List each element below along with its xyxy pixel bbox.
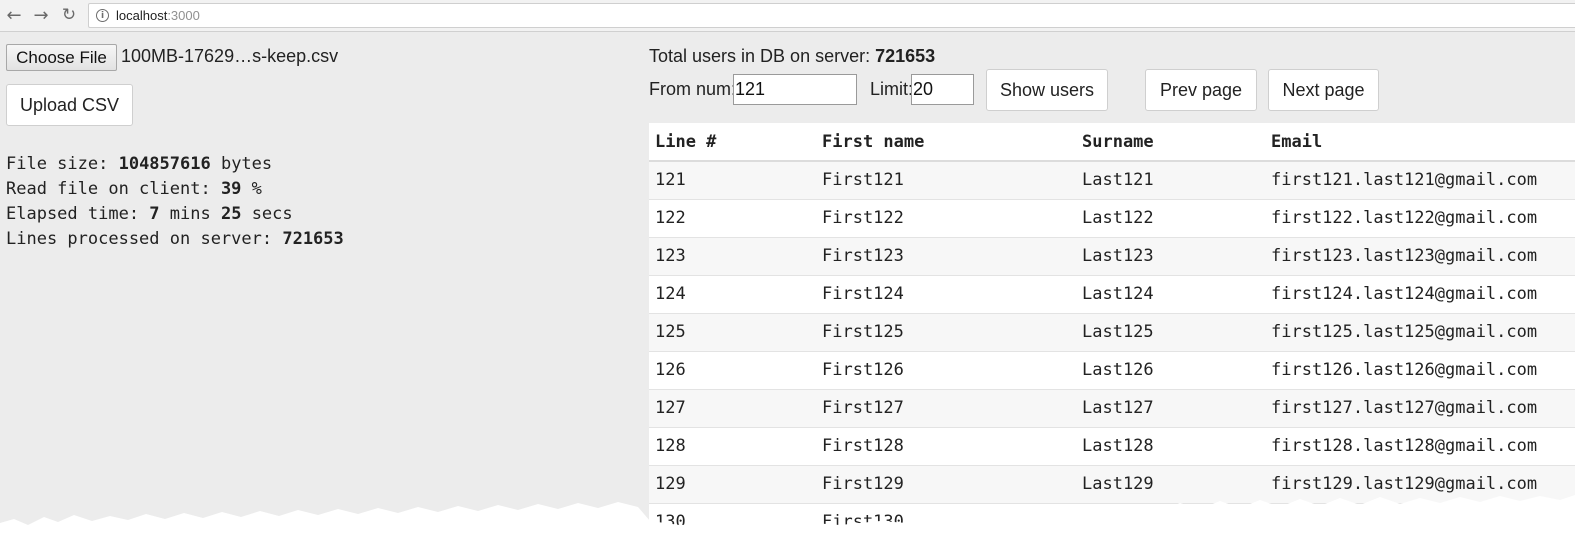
url-text: localhost:3000 bbox=[116, 8, 200, 23]
table-row: 121 First121 Last121 first121.last121@gmail… bbox=[649, 161, 1575, 200]
cell-email: first127.last127@gmail.com bbox=[1265, 389, 1575, 428]
cell-surname: Last121 bbox=[1076, 161, 1265, 200]
cell-surname: Last130 bbox=[1076, 503, 1265, 542]
cell-line-number: 121 bbox=[649, 161, 816, 200]
cell-surname: Last127 bbox=[1076, 389, 1265, 428]
table-row: 128 First128 Last128 first128.last128@gmail… bbox=[649, 427, 1575, 466]
upload-csv-button[interactable]: Upload CSV bbox=[6, 84, 133, 126]
cell-surname: Last126 bbox=[1076, 351, 1265, 390]
read-progress-line: Read file on client: 39 % bbox=[6, 177, 344, 202]
cell-surname: Last123 bbox=[1076, 237, 1265, 276]
selected-file-name: 100MB-17629…s-keep.csv bbox=[121, 46, 339, 66]
show-users-button[interactable]: Show users bbox=[986, 69, 1108, 111]
lines-value: 721653 bbox=[282, 229, 344, 249]
table-row: 130 First130 Last130 first130.last130@gmail… bbox=[649, 503, 1575, 542]
table-row: 126 First126 Last126 first126.last126@gmail… bbox=[649, 351, 1575, 390]
cell-first-name: First128 bbox=[816, 427, 1076, 466]
file-size-label: File size: bbox=[6, 154, 119, 174]
cell-line-number: 123 bbox=[649, 237, 816, 276]
cell-first-name: First122 bbox=[816, 199, 1076, 238]
cell-surname: Last129 bbox=[1076, 465, 1265, 504]
cell-line-number: 129 bbox=[649, 465, 816, 504]
read-unit: % bbox=[241, 179, 262, 199]
cell-surname: Last125 bbox=[1076, 313, 1265, 352]
elapsed-secs-unit: secs bbox=[241, 204, 293, 224]
elapsed-mins: 7 bbox=[149, 204, 160, 224]
cell-first-name: First124 bbox=[816, 275, 1076, 314]
cell-email: first122.last122@gmail.com bbox=[1265, 199, 1575, 238]
cell-first-name: First121 bbox=[816, 161, 1076, 200]
browser-toolbar: ← → ↻ i localhost:3000 bbox=[0, 0, 1575, 32]
cell-first-name: First129 bbox=[816, 465, 1076, 504]
info-icon[interactable]: i bbox=[96, 9, 109, 22]
column-header-surname: Surname bbox=[1076, 123, 1265, 162]
prev-page-button[interactable]: Prev page bbox=[1145, 69, 1257, 111]
cell-first-name: First123 bbox=[816, 237, 1076, 276]
elapsed-secs: 25 bbox=[220, 204, 242, 224]
next-page-button[interactable]: Next page bbox=[1268, 69, 1379, 111]
cell-email: first129.last129@gmail.com bbox=[1265, 465, 1575, 504]
cell-email: first124.last124@gmail.com bbox=[1265, 275, 1575, 314]
elapsed-mins-unit: mins bbox=[159, 204, 221, 224]
limit-input[interactable] bbox=[911, 74, 974, 105]
cell-email: first130.last130@gmail.com bbox=[1265, 503, 1575, 542]
file-size-unit: bytes bbox=[210, 154, 273, 174]
cell-email: first123.last123@gmail.com bbox=[1265, 237, 1575, 276]
file-size-value: 104857616 bbox=[118, 154, 211, 174]
cell-surname: Last128 bbox=[1076, 427, 1265, 466]
cell-line-number: 125 bbox=[649, 313, 816, 352]
from-num-label: From num: bbox=[649, 79, 737, 99]
cell-line-number: 128 bbox=[649, 427, 816, 466]
elapsed-label: Elapsed time: bbox=[6, 204, 150, 224]
arrow-right-icon[interactable]: → bbox=[30, 4, 52, 26]
cell-first-name: First127 bbox=[816, 389, 1076, 428]
lines-processed-line: Lines processed on server: 721653 bbox=[6, 227, 344, 252]
cell-surname: Last124 bbox=[1076, 275, 1265, 314]
elapsed-time-line: Elapsed time: 7 mins 25 secs bbox=[6, 202, 344, 227]
cell-email: first125.last125@gmail.com bbox=[1265, 313, 1575, 352]
table-row: 129 First129 Last129 first129.last129@gmail… bbox=[649, 465, 1575, 504]
table-row: 123 First123 Last123 first123.last123@gmail… bbox=[649, 237, 1575, 276]
table-row: 127 First127 Last127 first127.last127@gmail… bbox=[649, 389, 1575, 428]
limit-label: Limit: bbox=[870, 79, 914, 99]
read-label: Read file on client: bbox=[6, 179, 221, 199]
cell-email: first121.last121@gmail.com bbox=[1265, 161, 1575, 200]
cell-email: first128.last128@gmail.com bbox=[1265, 427, 1575, 466]
cell-surname: Last122 bbox=[1076, 199, 1265, 238]
url-host: localhost bbox=[116, 8, 168, 23]
cell-email: first126.last126@gmail.com bbox=[1265, 351, 1575, 390]
arrow-left-icon[interactable]: ← bbox=[3, 4, 25, 26]
cell-line-number: 122 bbox=[649, 199, 816, 238]
cell-line-number: 124 bbox=[649, 275, 816, 314]
column-header-line-number: Line # bbox=[649, 123, 816, 162]
users-table: Line # First name Surname Email 121 First… bbox=[649, 123, 1575, 542]
cell-line-number: 126 bbox=[649, 351, 816, 390]
cell-first-name: First126 bbox=[816, 351, 1076, 390]
read-value: 39 bbox=[220, 179, 242, 199]
cell-line-number: 130 bbox=[649, 503, 816, 542]
reload-icon[interactable]: ↻ bbox=[58, 4, 80, 26]
column-header-first-name: First name bbox=[816, 123, 1076, 162]
total-users-label: Total users in DB on server: bbox=[649, 46, 876, 66]
cell-line-number: 127 bbox=[649, 389, 816, 428]
table-header-row: Line # First name Surname Email bbox=[649, 123, 1575, 162]
total-users: Total users in DB on server: 721653 bbox=[649, 46, 935, 67]
choose-file-button[interactable]: Choose File bbox=[6, 44, 117, 71]
column-header-email: Email bbox=[1265, 123, 1575, 162]
total-users-value: 721653 bbox=[875, 46, 936, 66]
cell-first-name: First125 bbox=[816, 313, 1076, 352]
cell-first-name: First130 bbox=[816, 503, 1076, 542]
from-num-input[interactable] bbox=[733, 74, 857, 105]
lines-label: Lines processed on server: bbox=[6, 229, 283, 249]
file-size-line: File size: 104857616 bytes bbox=[6, 152, 344, 177]
url-port: :3000 bbox=[167, 8, 200, 23]
table-row: 125 First125 Last125 first125.last125@gmail… bbox=[649, 313, 1575, 352]
table-row: 124 First124 Last124 first124.last124@gmail… bbox=[649, 275, 1575, 314]
upload-stats: File size: 104857616 bytes Read file on … bbox=[6, 152, 344, 252]
address-bar[interactable]: i localhost:3000 bbox=[88, 3, 1575, 28]
table-row: 122 First122 Last122 first122.last122@gmail… bbox=[649, 199, 1575, 238]
